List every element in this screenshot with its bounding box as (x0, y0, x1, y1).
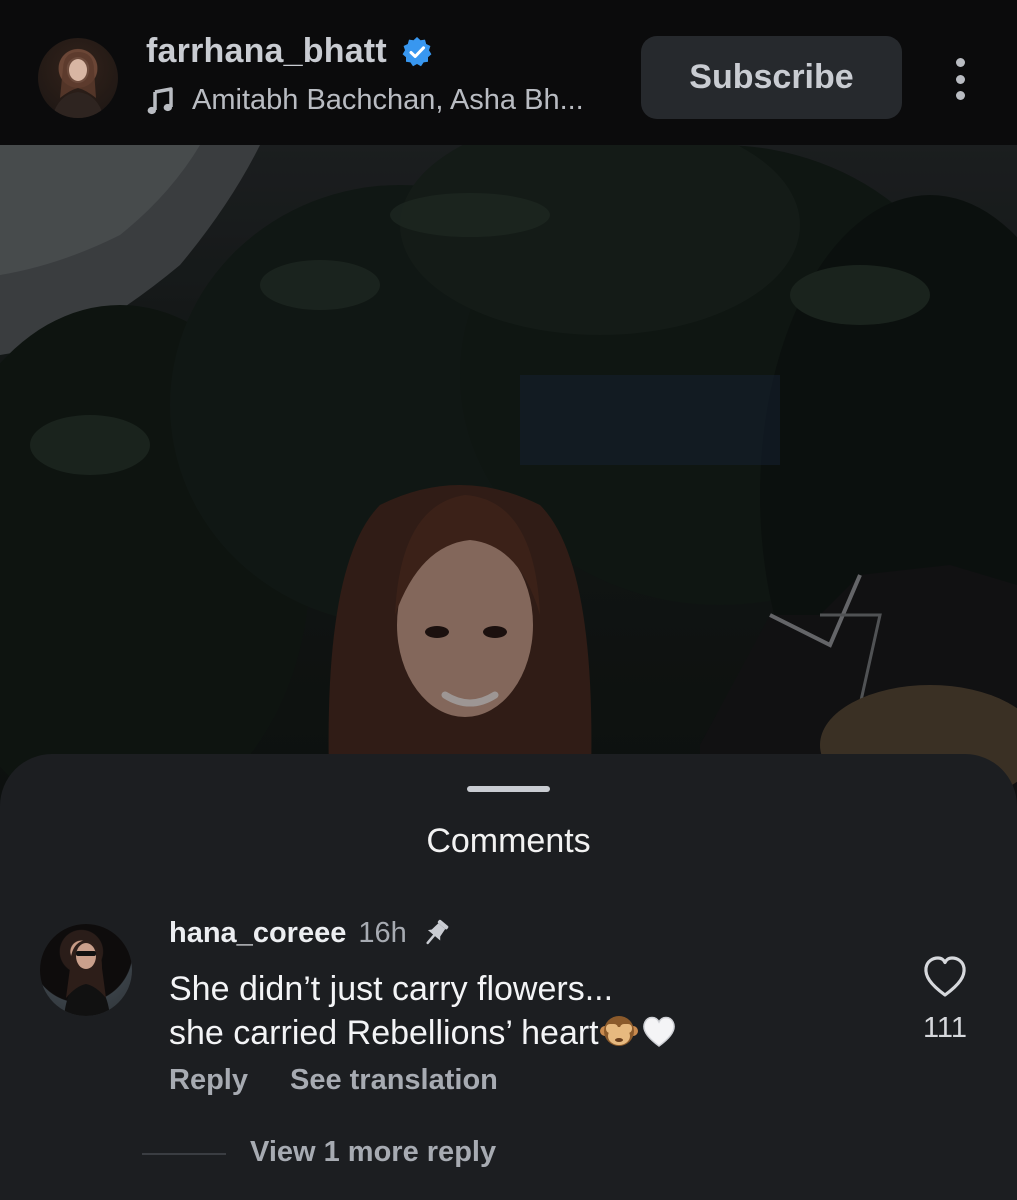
username-row: farrhana_bhatt (146, 32, 433, 71)
like-count: 111 (922, 1012, 968, 1044)
channel-username[interactable]: farrhana_bhatt (146, 32, 387, 71)
reply-button[interactable]: Reply (169, 1064, 248, 1097)
audio-title: Amitabh Bachchan, Asha Bh... (192, 84, 584, 116)
see-no-evil-monkey-emoji-icon (599, 1016, 638, 1046)
more-options-icon[interactable] (940, 54, 980, 104)
comment-actions: Reply See translation (169, 1064, 498, 1097)
more-dot (955, 74, 965, 84)
comment-meta: hana_coreee 16h (169, 916, 453, 950)
comment-text-line-2: she carried Rebellions’ heart (169, 1014, 599, 1052)
comment-text-line-1: She didn’t just carry flowers... (169, 970, 614, 1008)
verified-badge-icon (402, 36, 432, 66)
avatar-portrait (52, 52, 104, 118)
post-header: farrhana_bhatt Amitabh Bachchan, Asha Bh… (0, 0, 1017, 145)
sheet-drag-handle[interactable] (467, 786, 550, 792)
music-note-icon (147, 86, 173, 114)
see-translation-button[interactable]: See translation (290, 1064, 498, 1097)
comment-text-line-2-wrap: she carried Rebellions’ heart (169, 1011, 809, 1055)
commenter-portrait (64, 940, 110, 1016)
comments-title: Comments (426, 822, 591, 860)
video-scene (0, 145, 1017, 805)
comment-timestamp: 16h (358, 916, 407, 949)
subscribe-button[interactable]: Subscribe (641, 36, 902, 119)
comment-username[interactable]: hana_coreee (169, 917, 346, 950)
commenter-avatar[interactable] (40, 924, 132, 1016)
replies-divider (142, 1153, 226, 1155)
audio-row[interactable]: Amitabh Bachchan, Asha Bh... (146, 84, 622, 117)
heart-outline-icon[interactable] (922, 955, 968, 999)
more-dot (955, 91, 965, 100)
video-frame[interactable] (0, 145, 1017, 805)
more-dot (955, 58, 965, 67)
profile-avatar[interactable] (38, 38, 118, 118)
white-heart-emoji-icon (642, 1016, 675, 1047)
view-more-replies-button[interactable]: View 1 more reply (250, 1136, 496, 1169)
pin-icon (426, 919, 449, 945)
comment-body: She didn’t just carry flowers... she car… (169, 968, 809, 1055)
